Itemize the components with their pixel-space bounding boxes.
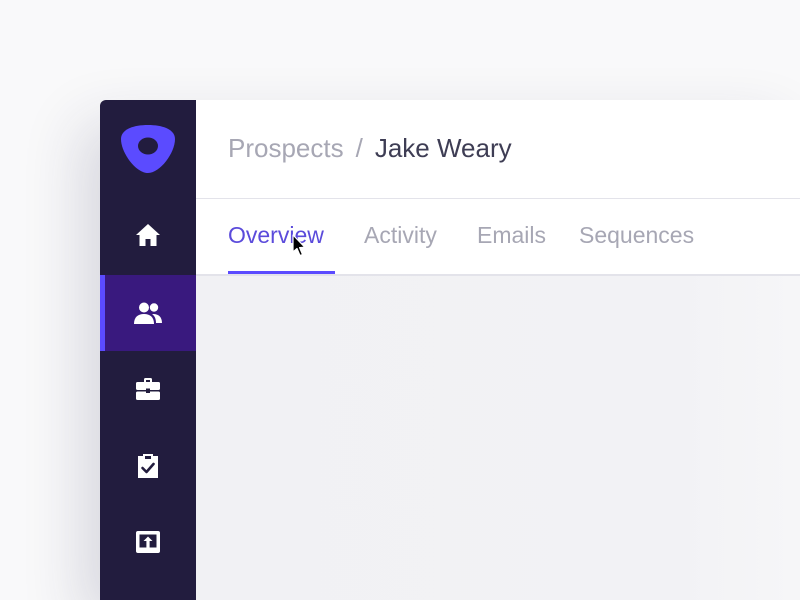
sidebar-item-prospects[interactable]: [100, 275, 196, 351]
clipboard-check-icon: [136, 453, 160, 479]
sidebar: [100, 100, 196, 600]
page-title: Jake Weary: [374, 133, 512, 163]
sidebar-item-import[interactable]: [100, 504, 196, 580]
breadcrumb-parent-link[interactable]: Prospects: [228, 133, 344, 163]
briefcase-icon: [135, 377, 161, 401]
upload-icon: [135, 530, 161, 554]
sidebar-item-tasks[interactable]: [100, 428, 196, 504]
tab-bar: Overview Activity Emails Sequences: [196, 199, 800, 276]
sidebar-item-home[interactable]: [100, 197, 196, 273]
breadcrumb: Prospects / Jake Weary: [228, 130, 512, 166]
app-window: Prospects / Jake Weary Overview Activity E…: [100, 100, 800, 600]
page-header: Prospects / Jake Weary: [196, 100, 800, 199]
sidebar-item-opportunities[interactable]: [100, 351, 196, 427]
active-tab-indicator: [228, 271, 335, 274]
home-icon: [135, 223, 161, 247]
content-area: [196, 276, 800, 600]
tab-sequences[interactable]: Sequences: [579, 219, 694, 251]
tab-overview[interactable]: Overview: [228, 219, 324, 251]
breadcrumb-separator: /: [355, 133, 363, 163]
tab-activity[interactable]: Activity: [364, 219, 437, 251]
tab-emails[interactable]: Emails: [477, 219, 546, 251]
people-icon: [133, 301, 163, 325]
outreach-logo-icon[interactable]: [120, 123, 176, 175]
